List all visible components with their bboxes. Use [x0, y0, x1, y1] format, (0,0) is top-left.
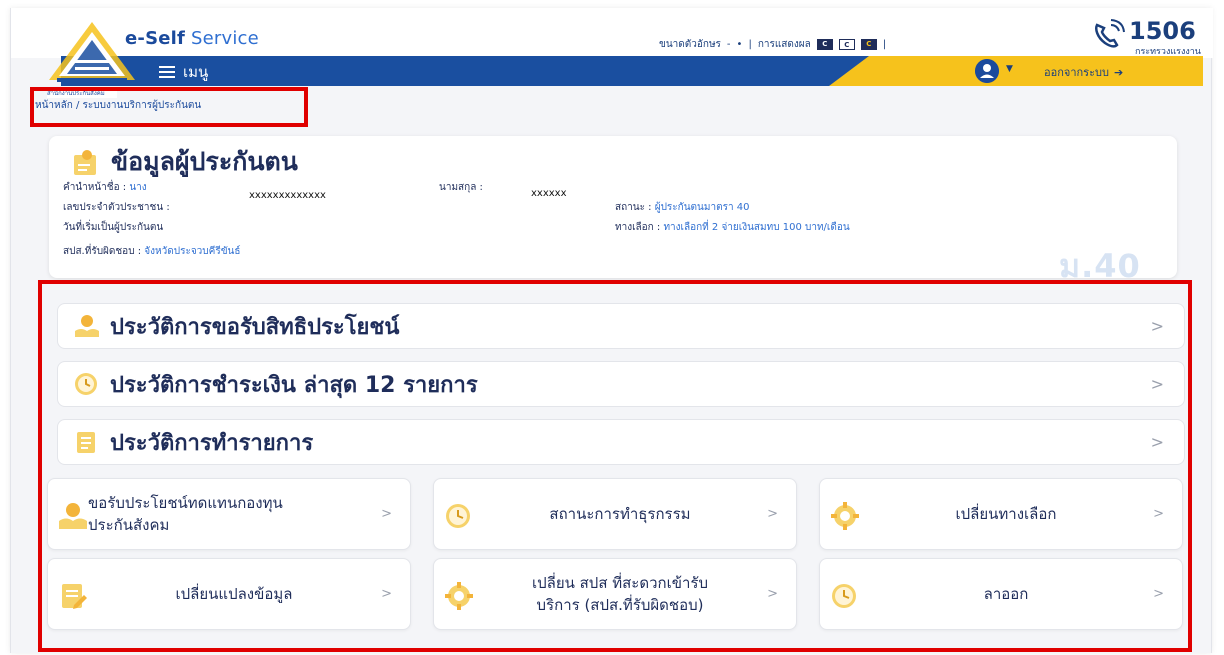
- font-decrease-button[interactable]: -: [727, 39, 731, 50]
- sso-logo[interactable]: [47, 20, 137, 96]
- separator: |: [748, 39, 752, 50]
- option-label: ทางเลือก :: [615, 222, 661, 233]
- hamburger-icon: [159, 66, 175, 78]
- menu-button[interactable]: เมนู: [159, 60, 208, 84]
- tile-line-1: เปลี่ยน สปส ที่สะดวกเข้ารับ: [532, 574, 708, 592]
- money-hands-icon: [75, 315, 99, 337]
- hotline[interactable]: 1506 กระทรวงแรงงาน: [1091, 17, 1201, 57]
- option-field: ทางเลือก : ทางเลือกที่ 2 จ่ายเงินสมทบ 10…: [615, 220, 850, 235]
- menu-label: เมนู: [183, 63, 209, 81]
- payment-history-accordion[interactable]: ประวัติการชำระเงิน ล่าสุด 12 รายการ >: [57, 361, 1185, 407]
- status-value: ผู้ประกันตนมาตรา 40: [654, 202, 750, 213]
- accordion-label: ประวัติการทำรายการ: [110, 430, 314, 456]
- hotline-number: 1506: [1129, 17, 1196, 45]
- user-icon[interactable]: [975, 59, 999, 83]
- tile-change-office[interactable]: เปลี่ยน สปส ที่สะดวกเข้ารับ บริการ (สปส.…: [433, 558, 797, 630]
- logout-icon: ➔: [1113, 65, 1124, 79]
- tile-label: สถานะการทำธุรกรรม: [434, 503, 766, 525]
- status-label: สถานะ :: [615, 202, 652, 213]
- tile-line-1: เปลี่ยนทางเลือก: [955, 505, 1057, 523]
- tile-label: เปลี่ยน สปส ที่สะดวกเข้ารับ บริการ (สปส.…: [434, 572, 766, 616]
- tile-label: ขอรับประโยชน์ทดแทนกองทุน ประกันสังคม: [48, 492, 380, 536]
- accordion-label: ประวัติการชำระเงิน ล่าสุด 12 รายการ: [110, 372, 478, 398]
- chevron-right-icon: >: [1153, 586, 1164, 602]
- office-field: สปส.ที่รับผิดชอบ : จังหวัดประจวบคีรีขันธ…: [63, 244, 240, 259]
- page-frame: สำนักงานประกันสังคม e-Self Service ขนาดต…: [10, 8, 1213, 653]
- tile-transaction-status[interactable]: สถานะการทำธุรกรรม >: [433, 478, 797, 550]
- tile-line-2: บริการ (สปส.ที่รับผิดชอบ): [536, 596, 704, 614]
- navbar-accent: [829, 56, 1203, 86]
- tile-line-1: ขอรับประโยชน์ทดแทนกองทุน: [88, 494, 283, 512]
- id-value: xxxxxxxxxxxxx: [249, 190, 326, 201]
- prefix-label: คำนำหน้าชื่อ :: [63, 182, 127, 193]
- tile-change-option[interactable]: เปลี่ยนทางเลือก >: [819, 478, 1183, 550]
- font-size-label: ขนาดตัวอักษร: [659, 39, 721, 50]
- info-title-row: ข้อมูลผู้ประกันตน: [71, 142, 298, 182]
- insured-person-icon: [74, 150, 96, 175]
- tile-line-1: สถานะการทำธุรกรรม: [549, 505, 691, 523]
- separator: |: [882, 39, 887, 50]
- chevron-down-icon[interactable]: ▼: [1006, 64, 1013, 74]
- breadcrumb[interactable]: หน้าหลัก / ระบบงานบริการผู้ประกันตน: [35, 98, 201, 113]
- logout-label: ออกจากระบบ: [1044, 66, 1109, 79]
- chevron-right-icon: >: [381, 586, 392, 602]
- font-reset-button[interactable]: •: [737, 39, 743, 50]
- tile-line-2: ประกันสังคม: [88, 516, 170, 534]
- chevron-right-icon: >: [767, 586, 778, 602]
- option-value: ทางเลือกที่ 2 จ่ายเงินสมทบ 100 บาท/เดือน: [663, 222, 850, 233]
- tile-line-1: ลาออก: [983, 585, 1029, 603]
- document-icon: [77, 432, 95, 453]
- prefix-value: นาง: [129, 182, 147, 193]
- contrast-yellow-button[interactable]: C: [860, 39, 877, 50]
- brand-light: Service: [185, 28, 259, 49]
- logo-caption: สำนักงานประกันสังคม: [47, 88, 117, 98]
- chevron-right-icon: >: [1153, 506, 1164, 522]
- chevron-right-icon: >: [1150, 374, 1164, 394]
- clock-coin-icon: [75, 373, 97, 395]
- tile-label: เปลี่ยนทางเลือก: [820, 503, 1152, 525]
- logout-button[interactable]: ออกจากระบบ ➔: [1044, 63, 1123, 81]
- surname-label: นามสกุล :: [439, 182, 483, 193]
- contrast-light-button[interactable]: C: [838, 39, 855, 50]
- tile-claim-benefit[interactable]: ขอรับประโยชน์ทดแทนกองทุน ประกันสังคม >: [47, 478, 411, 550]
- start-date-label: วันที่เริ่มเป็นผู้ประกันตน: [63, 222, 164, 233]
- office-label: สปส.ที่รับผิดชอบ :: [63, 246, 142, 257]
- prefix-field: คำนำหน้าชื่อ : นาง: [63, 180, 147, 195]
- contrast-dark-button[interactable]: C: [816, 39, 833, 50]
- phone-hotline-icon: [1095, 19, 1125, 48]
- tile-label: เปลี่ยนแปลงข้อมูล: [48, 583, 380, 605]
- tile-label: ลาออก: [820, 583, 1152, 605]
- status-field: สถานะ : ผู้ประกันตนมาตรา 40: [615, 200, 749, 215]
- accordion-label: ประวัติการขอรับสิทธิประโยชน์: [110, 314, 400, 340]
- info-title: ข้อมูลผู้ประกันตน: [111, 147, 298, 176]
- tile-change-info[interactable]: เปลี่ยนแปลงข้อมูล >: [47, 558, 411, 630]
- chevron-right-icon: >: [381, 506, 392, 522]
- transaction-history-accordion[interactable]: ประวัติการทำรายการ >: [57, 419, 1185, 465]
- tile-line-1: เปลี่ยนแปลงข้อมูล: [175, 585, 293, 603]
- section-40-badge: ม.40: [1059, 247, 1141, 285]
- benefit-history-accordion[interactable]: ประวัติการขอรับสิทธิประโยชน์ >: [57, 303, 1185, 349]
- id-label: เลขประจำตัวประชาชน :: [63, 202, 170, 213]
- chevron-right-icon: >: [1150, 316, 1164, 336]
- tile-resign[interactable]: ลาออก >: [819, 558, 1183, 630]
- chevron-right-icon: >: [767, 506, 778, 522]
- display-label: การแสดงผล: [757, 39, 811, 50]
- brand-title[interactable]: e-Self Service: [125, 28, 259, 49]
- accessibility-tools: ขนาดตัวอักษร - • | การแสดงผล C C C |: [659, 37, 886, 52]
- surname-value: xxxxxx: [531, 188, 567, 199]
- chevron-right-icon: >: [1150, 432, 1164, 452]
- office-value: จังหวัดประจวบคีรีขันธ์: [144, 246, 241, 257]
